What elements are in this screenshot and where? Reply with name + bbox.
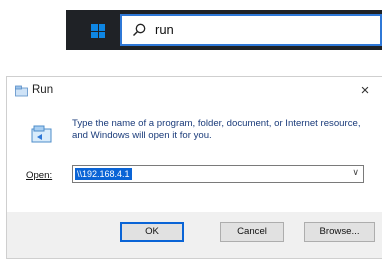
open-input-value[interactable]: \\192.168.4.1: [75, 168, 132, 180]
run-dialog: Run × Type the name of a program, folder…: [6, 76, 382, 259]
taskbar-search-box[interactable]: run: [120, 14, 382, 46]
search-icon: [133, 23, 146, 36]
open-combobox[interactable]: \\192.168.4.1 ∨: [72, 165, 364, 183]
taskbar: run: [66, 10, 382, 50]
windows-start-icon[interactable]: [91, 24, 105, 38]
dialog-titlebar[interactable]: Run ×: [7, 77, 382, 107]
run-program-icon: [31, 125, 52, 143]
ok-button[interactable]: OK: [120, 222, 184, 242]
search-query-text[interactable]: run: [155, 22, 174, 37]
run-app-icon: [15, 85, 28, 97]
cancel-button[interactable]: Cancel: [220, 222, 284, 242]
browse-button[interactable]: Browse...: [304, 222, 375, 242]
open-label-text: Open:: [26, 170, 53, 181]
chevron-down-icon[interactable]: ∨: [352, 167, 359, 178]
close-button[interactable]: ×: [358, 82, 372, 100]
dialog-title: Run: [32, 84, 54, 96]
open-label: Open:: [26, 170, 52, 181]
close-icon: ×: [360, 82, 370, 99]
dialog-description: Type the name of a program, folder, docu…: [72, 118, 361, 141]
